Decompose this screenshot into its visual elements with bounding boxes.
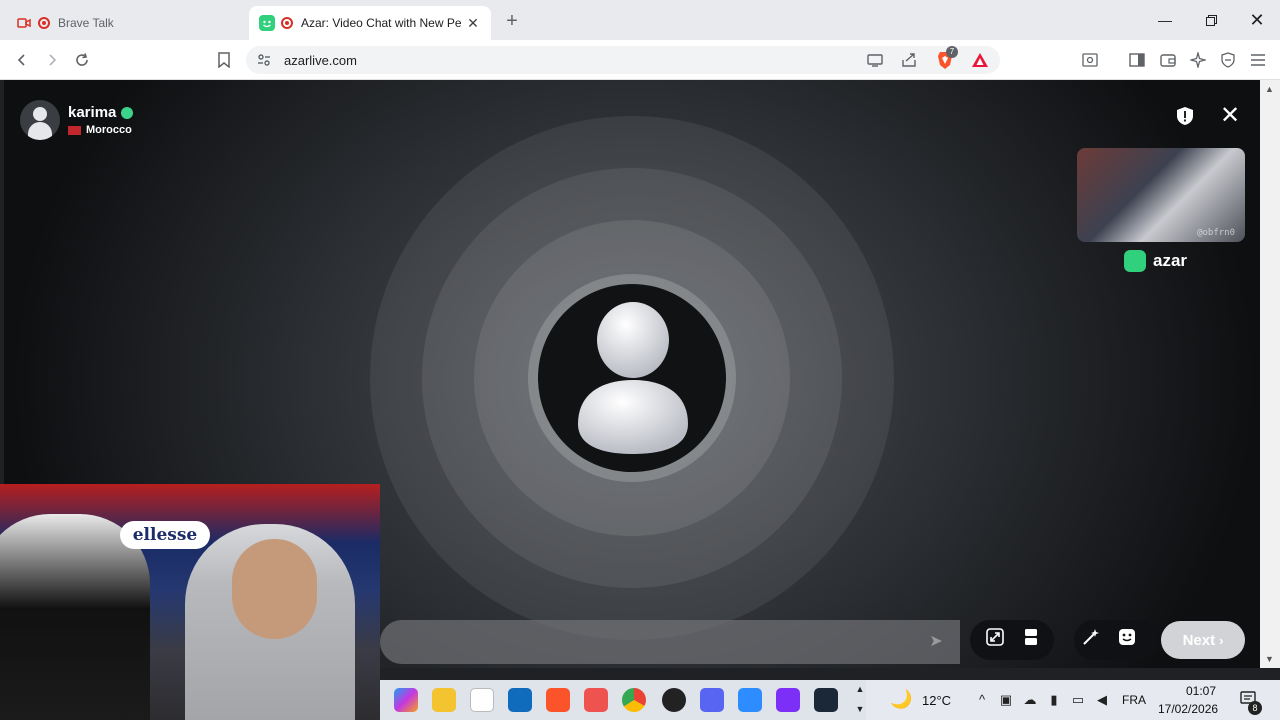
scroll-down-icon[interactable]: ▼ <box>1265 654 1274 664</box>
partner-country: Morocco <box>68 124 133 136</box>
self-camera-preview: @obfrn0 <box>1077 148 1245 242</box>
azar-logo: azar <box>1124 250 1187 272</box>
shields-count-badge: 7 <box>946 46 958 58</box>
recording-icon <box>38 17 50 29</box>
twitch-app-icon[interactable] <box>776 688 800 712</box>
reload-button[interactable] <box>70 48 94 72</box>
scroll-up-icon[interactable]: ▲ <box>1265 84 1274 94</box>
leo-ai-icon[interactable] <box>1186 48 1210 72</box>
vpn-icon[interactable] <box>1216 48 1240 72</box>
tab-azar[interactable]: Azar: Video Chat with New Pe ✕ <box>249 6 491 40</box>
forward-button[interactable] <box>40 48 64 72</box>
outlook-icon[interactable] <box>508 688 532 712</box>
ellesse-logo: ellesse <box>120 521 210 549</box>
person-face <box>232 539 317 639</box>
notification-count-badge: 8 <box>1248 701 1262 715</box>
meet-icon[interactable]: ▣ <box>998 692 1014 708</box>
tab-title: Azar: Video Chat with New Pe <box>301 16 462 30</box>
send-icon[interactable]: ➤ <box>918 628 954 656</box>
streamer-webcam-overlay: ellesse <box>0 484 380 720</box>
page-scrollbar[interactable]: ▲ ▼ <box>1260 80 1280 668</box>
tab-search-icon[interactable] <box>1078 48 1102 72</box>
morocco-flag-icon <box>68 125 81 135</box>
partner-info: karima Morocco <box>20 100 134 140</box>
tab-brave-talk[interactable]: Brave Talk <box>6 6 246 40</box>
verified-badge-icon <box>121 106 134 119</box>
microphone-icon[interactable]: ▮ <box>1046 692 1062 708</box>
bookmark-icon[interactable] <box>212 48 236 72</box>
app-icon[interactable] <box>584 688 608 712</box>
tray-overflow-icon[interactable]: ^ <box>974 692 990 708</box>
report-shield-icon[interactable] <box>1176 106 1194 126</box>
weather-temp[interactable]: 12°C <box>922 693 951 708</box>
recording-icon <box>281 17 293 29</box>
cast-icon[interactable] <box>866 52 884 73</box>
close-chat-button[interactable]: ✕ <box>1218 104 1242 128</box>
wallet-icon[interactable] <box>1156 48 1180 72</box>
avatar[interactable] <box>20 100 60 140</box>
close-window-button[interactable]: ✕ <box>1234 0 1280 40</box>
file-explorer-icon[interactable] <box>432 688 456 712</box>
new-tab-button[interactable]: + <box>500 10 524 34</box>
address-bar[interactable]: azarlive.com 7 <box>246 46 1000 74</box>
tab-strip: Brave Talk Azar: Video Chat with New Pe … <box>0 0 1280 40</box>
video-camera-icon <box>16 15 32 31</box>
discord-icon[interactable] <box>700 688 724 712</box>
url-text: azarlive.com <box>284 53 357 68</box>
obs-icon[interactable] <box>662 688 686 712</box>
brave-rewards-icon[interactable] <box>971 52 989 73</box>
weather-moon-icon[interactable]: 🌙 <box>890 689 912 711</box>
menu-icon[interactable] <box>1246 48 1270 72</box>
fullscreen-icon[interactable] <box>983 628 1007 652</box>
site-settings-icon[interactable] <box>256 52 272 73</box>
camera-caption: @obfrn0 <box>1197 228 1235 238</box>
tab-title: Brave Talk <box>58 16 114 30</box>
brave-browser-icon[interactable] <box>546 688 570 712</box>
share-icon[interactable] <box>900 52 918 73</box>
sticker-face-icon[interactable] <box>1115 628 1139 652</box>
volume-icon[interactable]: ◀ <box>1094 692 1110 708</box>
person-silhouette-icon <box>578 302 688 454</box>
azar-logo-icon <box>1124 250 1146 272</box>
chrome-icon[interactable] <box>622 688 646 712</box>
copilot-icon[interactable] <box>394 688 418 712</box>
effects-wand-icon[interactable] <box>1079 628 1103 652</box>
tab-close-icon[interactable]: ✕ <box>465 15 481 31</box>
restore-button[interactable] <box>1188 0 1234 40</box>
azar-favicon-icon <box>259 15 275 31</box>
next-button[interactable]: Next › <box>1161 621 1245 659</box>
store-icon[interactable] <box>470 688 494 712</box>
clock-date[interactable]: 17/02/2026 <box>1158 702 1218 716</box>
minimize-button[interactable]: — <box>1142 0 1188 40</box>
chevron-right-icon: › <box>1219 632 1224 648</box>
message-input[interactable] <box>380 620 960 664</box>
back-button[interactable] <box>10 48 34 72</box>
windows-taskbar: ▲ ▼ 🌙 12°C ^ ▣ ☁ ▮ ▭ ◀ FRA 01:07 17/02/2… <box>380 680 1280 720</box>
onedrive-cloud-icon[interactable]: ☁ <box>1022 692 1038 708</box>
partner-name: karima <box>68 104 134 121</box>
layout-icon[interactable] <box>1019 628 1043 652</box>
input-language[interactable]: FRA <box>1122 693 1146 707</box>
clock-time[interactable]: 01:07 <box>1186 684 1216 698</box>
partner-avatar <box>538 284 726 472</box>
sidebar-icon[interactable] <box>1125 48 1149 72</box>
network-icon[interactable]: ▭ <box>1070 692 1086 708</box>
steam-icon[interactable] <box>814 688 838 712</box>
camera-app-icon[interactable] <box>738 688 762 712</box>
